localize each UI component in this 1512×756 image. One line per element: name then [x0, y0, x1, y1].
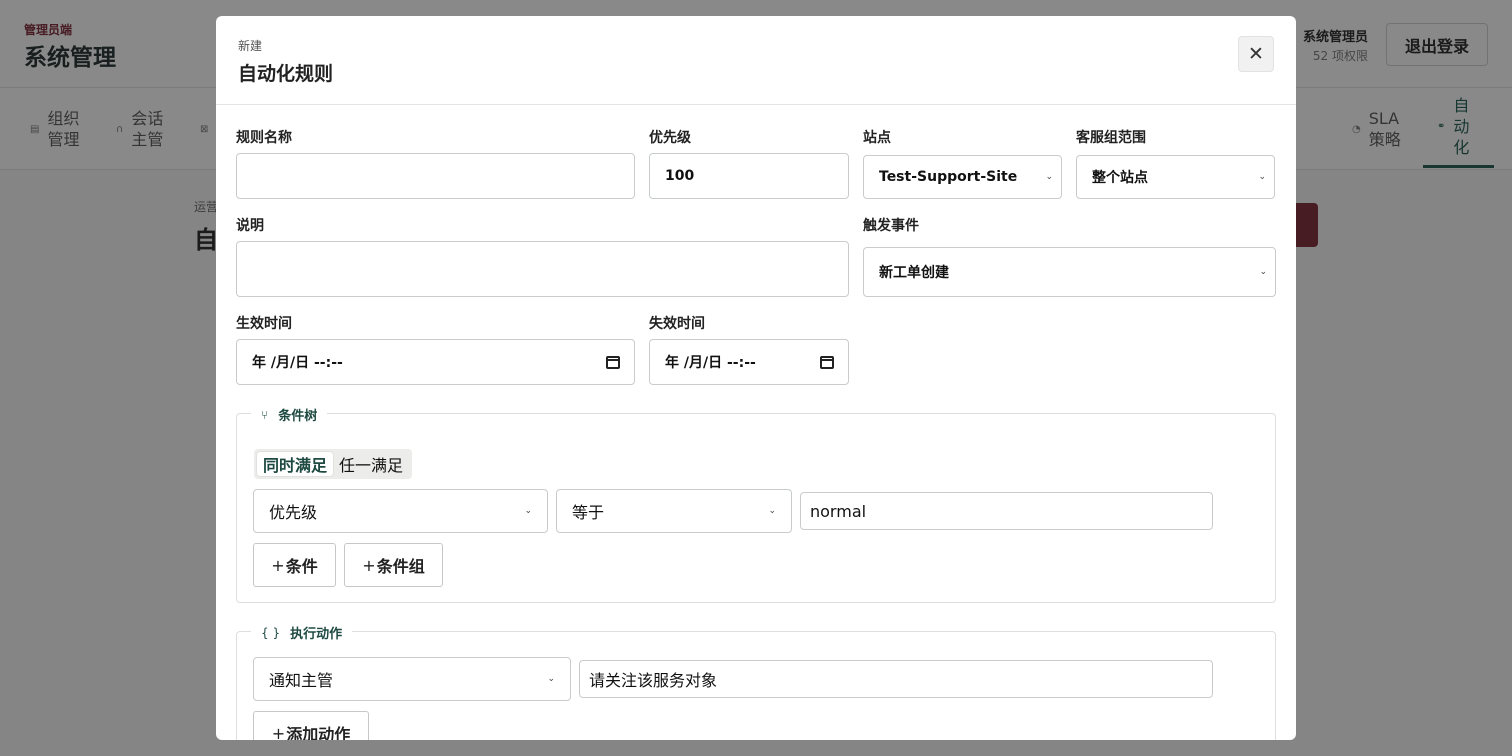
actions-legend: { } 执行动作 [251, 623, 353, 642]
trigger-label: 触发事件 [863, 218, 919, 234]
condition-tree-section: ⑂ 条件树 同时满足 任一满足 优先级 ⌄ 等于 ⌄ normal + 条件 + 条件组 [236, 405, 1276, 603]
close-button[interactable]: ✕ [1238, 36, 1274, 72]
site-label: 站点 [863, 130, 891, 146]
site-value: Test-Support-Site [879, 169, 1018, 185]
match-mode-toggle: 同时满足 任一满足 [254, 449, 413, 479]
description-label: 说明 [236, 218, 264, 234]
add-condition-button[interactable]: + 条件 [253, 543, 336, 587]
priority-value: 100 [665, 168, 695, 184]
match-any-option[interactable]: 任一满足 [333, 452, 409, 476]
actions-section: { } 执行动作 通知主管 ⌄ 请关注该服务对象 + 添加动作 [236, 623, 1276, 740]
end-time-label: 失效时间 [649, 316, 705, 332]
condition-tree-title: 条件树 [278, 409, 318, 424]
automation-rule-modal: 新建 自动化规则 ✕ 规则名称 优先级 100 站点 Test-Support-… [216, 16, 1296, 740]
chevron-down-icon: ⌄ [768, 506, 776, 516]
priority-input[interactable]: 100 [649, 153, 849, 199]
start-time-label: 生效时间 [236, 316, 292, 332]
actions-title: 执行动作 [290, 627, 343, 642]
action-type-value: 通知主管 [269, 671, 334, 690]
scope-select[interactable]: 整个站点 ⌄ [1076, 155, 1275, 199]
calendar-icon[interactable] [606, 355, 620, 369]
close-icon: ✕ [1248, 43, 1264, 65]
modal-title: 自动化规则 [238, 63, 334, 85]
end-time-value: 年 /月/日 --:-- [665, 355, 756, 371]
start-time-value: 年 /月/日 --:-- [252, 355, 343, 371]
condition-field-value: 优先级 [269, 503, 318, 522]
condition-tree-legend: ⑂ 条件树 [251, 405, 328, 424]
chevron-down-icon: ⌄ [524, 506, 532, 516]
priority-label: 优先级 [649, 130, 691, 146]
description-textarea[interactable] [236, 241, 849, 297]
condition-operator-select[interactable]: 等于 ⌄ [556, 489, 792, 533]
modal-kicker: 新建 [238, 39, 263, 53]
condition-value-input[interactable]: normal [800, 492, 1213, 530]
condition-field-select[interactable]: 优先级 ⌄ [253, 489, 548, 533]
match-all-option[interactable]: 同时满足 [257, 452, 334, 476]
scope-value: 整个站点 [1092, 170, 1148, 186]
plus-icon: + [271, 555, 285, 575]
modal-header: 新建 自动化规则 ✕ [216, 16, 1296, 105]
trigger-value: 新工单创建 [879, 265, 949, 281]
add-condition-label: 条件 [285, 557, 318, 576]
condition-value: normal [810, 501, 867, 521]
chevron-down-icon: ⌄ [1259, 267, 1267, 277]
action-message-value: 请关注该服务对象 [589, 671, 718, 690]
braces-icon: { } [261, 625, 281, 640]
rule-name-label: 规则名称 [236, 130, 292, 146]
chevron-down-icon: ⌄ [1045, 172, 1053, 182]
add-action-button[interactable]: + 添加动作 [253, 711, 369, 740]
plus-icon: + [271, 723, 286, 741]
add-action-label: 添加动作 [286, 725, 351, 740]
end-time-input[interactable]: 年 /月/日 --:-- [649, 339, 849, 385]
scope-label: 客服组范围 [1076, 130, 1146, 146]
site-select[interactable]: Test-Support-Site ⌄ [863, 155, 1062, 199]
plus-icon: + [362, 555, 376, 575]
add-group-label: 条件组 [376, 557, 425, 576]
chevron-down-icon: ⌄ [547, 674, 555, 684]
condition-operator-value: 等于 [572, 503, 605, 522]
action-message-input[interactable]: 请关注该服务对象 [579, 660, 1213, 698]
trigger-select[interactable]: 新工单创建 ⌄ [863, 247, 1276, 297]
action-type-select[interactable]: 通知主管 ⌄ [253, 657, 571, 701]
chevron-down-icon: ⌄ [1258, 172, 1266, 182]
rule-name-input[interactable] [236, 153, 635, 199]
start-time-input[interactable]: 年 /月/日 --:-- [236, 339, 635, 385]
add-condition-group-button[interactable]: + 条件组 [344, 543, 443, 587]
branch-icon: ⑂ [261, 407, 269, 422]
calendar-icon[interactable] [820, 355, 834, 369]
